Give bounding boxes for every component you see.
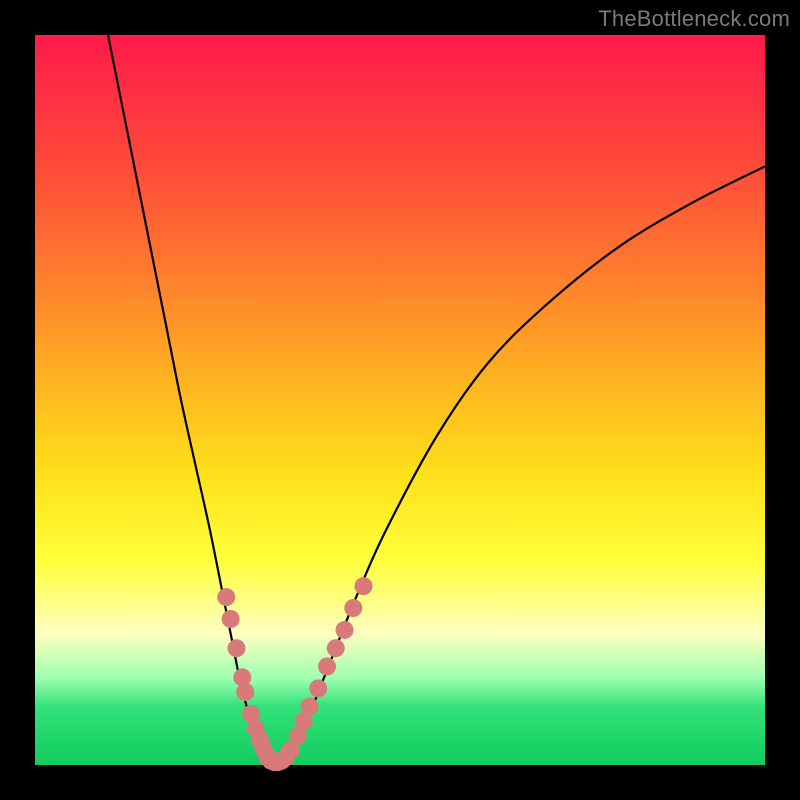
chart-svg (35, 35, 765, 765)
highlight-points-group (217, 577, 372, 771)
highlight-point (336, 621, 354, 639)
watermark-label: TheBottleneck.com (598, 6, 790, 32)
series-right-branch (276, 166, 765, 761)
series-left-branch (108, 35, 269, 761)
highlight-point (222, 610, 240, 628)
highlight-point (318, 657, 336, 675)
highlight-point (309, 679, 327, 697)
highlight-point (327, 639, 345, 657)
series-group (108, 35, 765, 761)
highlight-point (355, 577, 373, 595)
chart-frame: TheBottleneck.com (0, 0, 800, 800)
highlight-point (300, 698, 318, 716)
highlight-point (217, 588, 235, 606)
plot-area (35, 35, 765, 765)
highlight-point (236, 683, 254, 701)
highlight-point (227, 639, 245, 657)
highlight-point (344, 599, 362, 617)
